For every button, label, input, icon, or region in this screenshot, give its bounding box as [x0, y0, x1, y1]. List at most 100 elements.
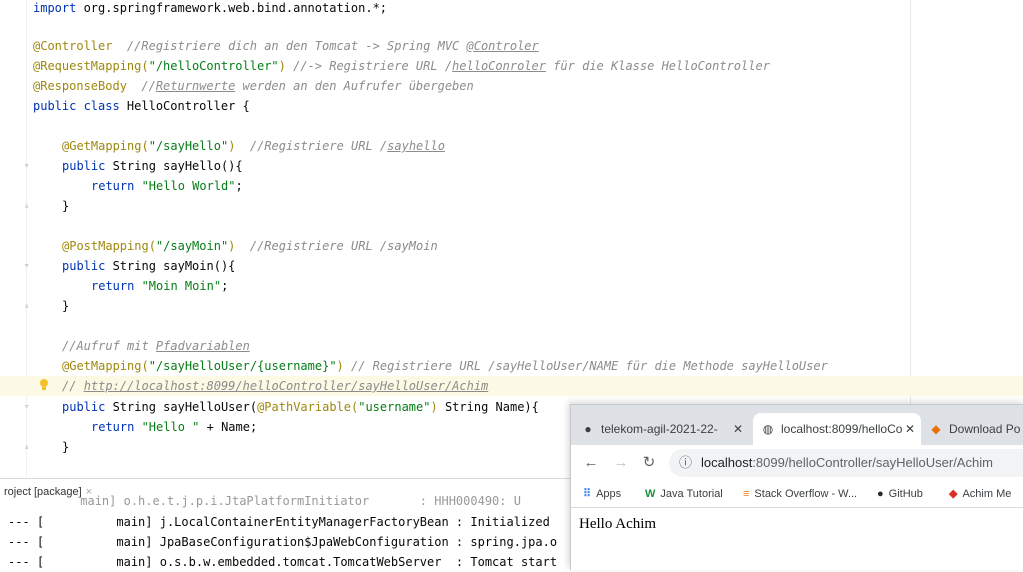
- bookmark-java-tutorial[interactable]: W Java Tutorial: [645, 481, 723, 507]
- code-line-14[interactable]: //Aufruf mit Pfadvariablen: [62, 336, 250, 356]
- bookmark-label: Stack Overflow - W...: [754, 488, 858, 500]
- close-tab-icon[interactable]: ✕: [905, 413, 915, 445]
- comment-typo: sayhello: [387, 139, 445, 153]
- annotation: @GetMapping(: [62, 139, 149, 153]
- address-bar[interactable]: ⓘ localhost:8099/helloController/sayHell…: [669, 449, 1023, 477]
- code-line-8[interactable]: return "Hello World";: [91, 176, 243, 196]
- address-bar-url[interactable]: localhost:8099/helloController/sayHelloU…: [701, 449, 993, 477]
- log-prefix: --- [: [8, 515, 45, 529]
- code-text: String sayHello(){: [105, 159, 243, 173]
- code-line-2[interactable]: @Controller //Registriere dich an den To…: [33, 36, 539, 56]
- lightbulb-icon[interactable]: [38, 378, 50, 392]
- code-text: }: [62, 440, 70, 454]
- log-line: --- [ main] JpaBaseConfiguration$JpaWebC…: [8, 532, 557, 552]
- code-line-6[interactable]: @GetMapping("/sayHello") //Registriere U…: [62, 136, 445, 156]
- reload-button[interactable]: ↻: [637, 451, 661, 475]
- fold-icon[interactable]: ▿: [24, 262, 32, 271]
- code-line-5[interactable]: public class HelloController {: [33, 96, 250, 116]
- string-literal: "username": [358, 400, 431, 414]
- annotation: @RequestMapping(: [33, 59, 149, 73]
- browser-tab-download[interactable]: ◆ Download Po: [929, 413, 1023, 445]
- tab-label: Download Po: [949, 422, 1021, 436]
- code-line-16[interactable]: // http://localhost:8099/helloController…: [62, 376, 488, 396]
- info-icon[interactable]: ⓘ: [679, 449, 692, 477]
- fold-icon[interactable]: ▿: [24, 403, 32, 412]
- browser-tab-localhost[interactable]: ◍ localhost:8099/helloCo ✕: [753, 413, 921, 445]
- browser-window[interactable]: ● telekom-agil-2021-22- ✕ ◍ localhost:8099…: [570, 404, 1023, 570]
- bookmark-apps[interactable]: ⠿ Apps: [583, 481, 621, 507]
- code-line-3[interactable]: @RequestMapping("/helloController") //->…: [33, 56, 770, 76]
- keyword: return: [91, 279, 135, 293]
- string-literal: "/sayHelloUser/{username}": [148, 359, 337, 373]
- code-text: }: [62, 299, 70, 313]
- annotation: ): [336, 359, 344, 373]
- log-line: --- [ main] o.s.b.w.embedded.tomcat.Tomc…: [8, 552, 557, 572]
- code-line-1[interactable]: import org.springframework.web.bind.anno…: [33, 0, 387, 18]
- code-text: String sayHelloUser(: [105, 400, 258, 414]
- fold-icon[interactable]: ▿: [24, 162, 32, 171]
- code-line-17[interactable]: public String sayHelloUser(@PathVariable…: [62, 397, 539, 417]
- bookmark-stackoverflow[interactable]: ≡ Stack Overflow - W...: [743, 481, 857, 507]
- string-literal: "Moin Moin": [134, 279, 222, 293]
- back-button[interactable]: ←: [579, 451, 603, 475]
- annotation: @Controller: [33, 39, 113, 53]
- code-line-10[interactable]: @PostMapping("/sayMoin") //Registriere U…: [62, 236, 438, 256]
- code-text: ;: [235, 179, 243, 193]
- code-line-13[interactable]: }: [62, 296, 69, 316]
- github-icon: ●: [877, 488, 884, 500]
- annotation: @ResponseBody: [33, 79, 127, 93]
- code-line-11[interactable]: public String sayMoin(){: [62, 256, 235, 276]
- log-text: main] o.s.b.w.embedded.tomcat.TomcatWebS…: [44, 555, 558, 569]
- comment-typo: helloConroler: [452, 59, 546, 73]
- tab-label: localhost:8099/helloCo: [781, 422, 903, 436]
- code-text: String Name){: [437, 400, 539, 414]
- bookmark-achim[interactable]: ◆ Achim Me: [949, 481, 1011, 507]
- code-line-7[interactable]: public String sayHello(){: [62, 156, 243, 176]
- log-text: main] JpaBaseConfiguration$JpaWebConfigu…: [44, 535, 558, 549]
- annotation: @PostMapping(: [62, 239, 156, 253]
- fold-end-icon[interactable]: ▵: [24, 302, 32, 311]
- keyword: public class: [33, 99, 120, 113]
- annotation: @PathVariable(: [257, 400, 359, 414]
- code-line-19[interactable]: }: [62, 437, 69, 457]
- comment: //Registriere dich an den Tomcat -> Spri…: [112, 39, 467, 53]
- keyword: import: [33, 1, 77, 15]
- log-text: main] j.LocalContainerEntityManagerFacto…: [44, 515, 550, 529]
- string-literal: "Hello ": [134, 420, 200, 434]
- page-content: Hello Achim: [571, 508, 1023, 570]
- string-literal: "Hello World": [134, 179, 236, 193]
- tab-label: telekom-agil-2021-22-: [601, 422, 718, 436]
- comment: //Registriere URL /sayMoin: [235, 239, 438, 253]
- code-text: }: [62, 199, 70, 213]
- bookmark-label: Achim Me: [962, 488, 1012, 500]
- bookmark-label: Apps: [596, 488, 622, 500]
- annotation: ): [278, 59, 286, 73]
- bookmark-github[interactable]: ● GitHub: [877, 481, 923, 507]
- fold-end-icon[interactable]: ▵: [24, 202, 32, 211]
- url-host: localhost: [701, 455, 753, 470]
- annotation: ): [430, 400, 438, 414]
- browser-tab-telekom[interactable]: ● telekom-agil-2021-22- ✕: [581, 413, 749, 445]
- comment-url-link[interactable]: http://localhost:8099/helloController/sa…: [84, 379, 489, 393]
- log-line: --- [ main] j.LocalContainerEntityManage…: [8, 512, 550, 532]
- fold-end-icon[interactable]: ▵: [24, 443, 32, 452]
- comment-typo: Returnwerte: [155, 79, 236, 93]
- forward-button[interactable]: →: [609, 451, 633, 475]
- stackoverflow-icon: ≡: [743, 488, 750, 500]
- page-text: Hello Achim: [579, 516, 657, 532]
- comment: werden an den Aufrufer übergeben: [235, 79, 474, 93]
- code-line-4[interactable]: @ResponseBody //Returnwerte werden an de…: [33, 76, 474, 96]
- comment: // Registriere URL /sayHelloUser/NAME fü…: [343, 359, 828, 373]
- keyword: public: [62, 400, 106, 414]
- code-line-9[interactable]: }: [62, 196, 69, 216]
- keyword: public: [62, 159, 106, 173]
- close-tab-icon[interactable]: ✕: [733, 413, 743, 445]
- code-line-15[interactable]: @GetMapping("/sayHelloUser/{username}") …: [62, 356, 828, 376]
- w3-icon: W: [645, 488, 656, 500]
- code-text: org.springframework.web.bind.annotation.…: [76, 1, 388, 15]
- comment: //Registriere URL /: [235, 139, 388, 153]
- code-line-18[interactable]: return "Hello " + Name;: [91, 417, 257, 437]
- code-line-12[interactable]: return "Moin Moin";: [91, 276, 228, 296]
- code-text: ;: [221, 279, 229, 293]
- comment: für die Klasse HelloController: [545, 59, 770, 73]
